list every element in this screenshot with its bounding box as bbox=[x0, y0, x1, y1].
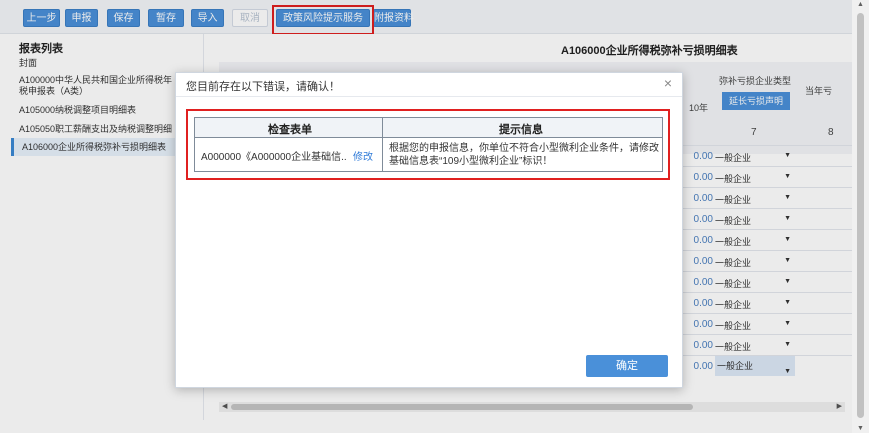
vertical-scroll-thumb[interactable] bbox=[857, 13, 864, 418]
error-table-divider bbox=[382, 118, 383, 171]
dialog-title: 您目前存在以下错误，请确认！ bbox=[186, 81, 340, 93]
scroll-down-icon[interactable]: ▼ bbox=[857, 425, 864, 432]
scroll-up-icon[interactable]: ▲ bbox=[857, 1, 864, 8]
error-col-form: 检查表单 bbox=[268, 124, 312, 136]
confirm-button[interactable]: 确定 bbox=[586, 355, 668, 377]
error-form-name: A000000《A000000企业基础信.. bbox=[201, 152, 347, 163]
error-table: 检查表单 提示信息 A000000《A000000企业基础信.. 修改 根据您的… bbox=[194, 117, 663, 172]
error-message: 根据您的申报信息，你单位不符合小型微利企业条件，请修改基础信息表“109小型微利… bbox=[389, 143, 659, 167]
close-icon[interactable]: × bbox=[661, 75, 675, 91]
error-dialog: 您目前存在以下错误，请确认！ × 检查表单 提示信息 A000000《A0000… bbox=[175, 72, 683, 388]
vertical-scrollbar[interactable]: ▲ ▼ bbox=[852, 0, 869, 433]
error-table-header bbox=[195, 118, 662, 138]
modify-link[interactable]: 修改 bbox=[353, 148, 373, 163]
dialog-divider bbox=[176, 96, 682, 97]
error-col-info: 提示信息 bbox=[499, 124, 543, 136]
